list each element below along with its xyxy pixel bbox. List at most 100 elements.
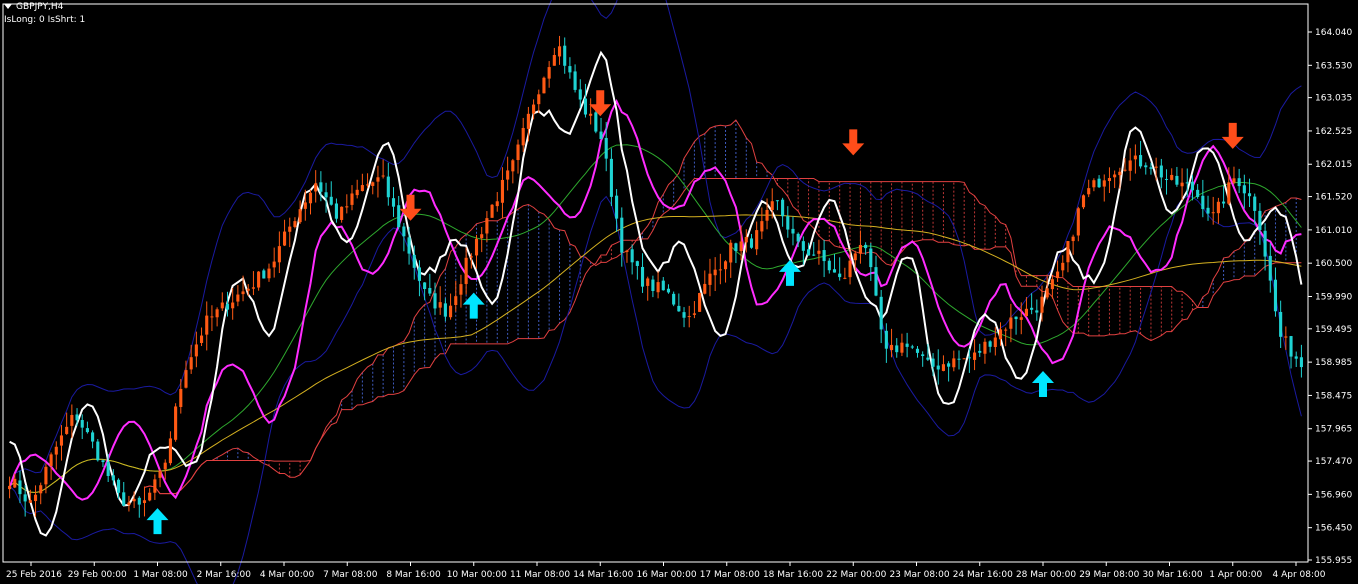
- y-tick-label: 157.470: [1315, 457, 1352, 467]
- candle-body: [1061, 262, 1065, 271]
- candle-body: [480, 234, 484, 239]
- candle-body: [1268, 255, 1272, 281]
- y-tick-label: 156.450: [1315, 524, 1352, 534]
- candle-body: [194, 344, 198, 357]
- candle-body: [1071, 236, 1075, 242]
- candle-body: [1289, 336, 1293, 357]
- sell-arrow-icon: [1221, 122, 1244, 149]
- candle-body: [864, 244, 868, 249]
- candle-body: [962, 358, 966, 360]
- candle-body: [988, 341, 992, 347]
- candle-body: [1247, 193, 1252, 197]
- candle-body: [54, 446, 58, 455]
- y-tick-label: 162.015: [1315, 160, 1352, 170]
- signal-arrows: [146, 90, 1244, 535]
- x-tick-label: 4 Mar 00:00: [260, 570, 315, 580]
- candle-body: [884, 330, 888, 349]
- candle-body: [350, 193, 354, 205]
- candle-body: [1087, 188, 1091, 195]
- candle-body: [583, 98, 588, 115]
- candle-body: [926, 357, 930, 360]
- candle-body: [822, 250, 826, 262]
- candle-body: [371, 182, 375, 186]
- candle-body: [1237, 178, 1241, 187]
- candle-body: [153, 479, 157, 493]
- y-tick-label: 161.520: [1315, 193, 1352, 203]
- candle-body: [620, 217, 624, 253]
- price-chart[interactable]: 164.040 163.530 163.035 162.525 162.015 161.5…: [0, 0, 1358, 584]
- candle-body: [905, 343, 909, 347]
- candle-body: [459, 284, 463, 295]
- candle-body: [122, 492, 126, 506]
- candle-body: [936, 365, 940, 370]
- candle-body: [775, 200, 779, 202]
- candle-body: [163, 462, 167, 470]
- candle-body: [973, 352, 977, 360]
- candle-body: [521, 127, 525, 146]
- candle-body: [563, 45, 567, 66]
- x-tick-label: 25 Feb 2016: [6, 570, 62, 580]
- candle-body: [1159, 165, 1163, 178]
- candle-body: [397, 205, 401, 228]
- candle-body: [443, 303, 447, 317]
- candle-body: [646, 278, 650, 286]
- candle-body: [13, 478, 17, 488]
- candle-body: [1107, 178, 1112, 182]
- x-tick-label: 17 Mar 08:00: [700, 570, 760, 580]
- candle-body: [1056, 271, 1060, 278]
- candle-body: [952, 358, 956, 368]
- dropdown-triangle-icon[interactable]: [4, 4, 12, 9]
- candle-body: [604, 137, 608, 159]
- candle-body: [490, 204, 494, 218]
- y-tick-label: 156.960: [1315, 490, 1352, 500]
- candle-body: [1242, 185, 1246, 194]
- candle-body: [262, 270, 266, 279]
- candle-body: [1175, 175, 1179, 185]
- candle-body: [137, 497, 141, 505]
- candle-body: [1045, 288, 1049, 298]
- candle-body: [334, 203, 338, 219]
- candle-body: [386, 176, 390, 198]
- candle-body: [718, 269, 722, 271]
- candle-body: [1211, 212, 1215, 214]
- chart-symbol-header[interactable]: GBPJPY,H4: [4, 2, 63, 12]
- candle-body: [101, 460, 105, 463]
- candle-body: [983, 341, 987, 354]
- candle-body: [1123, 169, 1127, 171]
- candle-body: [1102, 180, 1106, 187]
- candle-body: [199, 335, 204, 343]
- candle-body: [469, 256, 473, 258]
- candle-body: [231, 302, 235, 309]
- candle-body: [205, 315, 209, 335]
- buy-arrow-icon: [146, 508, 169, 535]
- candle-body: [91, 432, 95, 442]
- x-tick-label: 8 Mar 16:00: [386, 570, 441, 580]
- y-tick-label: 162.525: [1315, 127, 1352, 137]
- candle-body: [1196, 189, 1200, 197]
- candle-body: [272, 261, 276, 268]
- candle-body: [111, 475, 115, 481]
- candle-body: [329, 196, 333, 205]
- candle-body: [1139, 155, 1143, 167]
- candle-body: [376, 177, 380, 182]
- candle-body: [1092, 180, 1096, 188]
- candle-body: [407, 237, 411, 254]
- y-tick-label: 163.035: [1315, 94, 1352, 104]
- candle-body: [729, 242, 733, 263]
- candle-body: [485, 218, 489, 234]
- candle-body: [500, 179, 505, 203]
- x-tick-label: 4 Apr 08:00: [1273, 570, 1326, 580]
- candle-body: [44, 466, 48, 485]
- candle-body: [1035, 310, 1039, 313]
- candle-body: [1118, 171, 1122, 176]
- ma-gold: [9, 214, 1302, 494]
- x-tick-label: 23 Mar 08:00: [889, 570, 949, 580]
- candle-body: [355, 189, 359, 196]
- x-tick-label: 11 Mar 08:00: [510, 570, 570, 580]
- candle-body: [1004, 329, 1008, 331]
- candle-body: [812, 254, 816, 256]
- candle-body: [1190, 181, 1195, 191]
- candle-body: [168, 438, 172, 464]
- candle-body: [889, 344, 894, 351]
- candle-body: [142, 500, 147, 504]
